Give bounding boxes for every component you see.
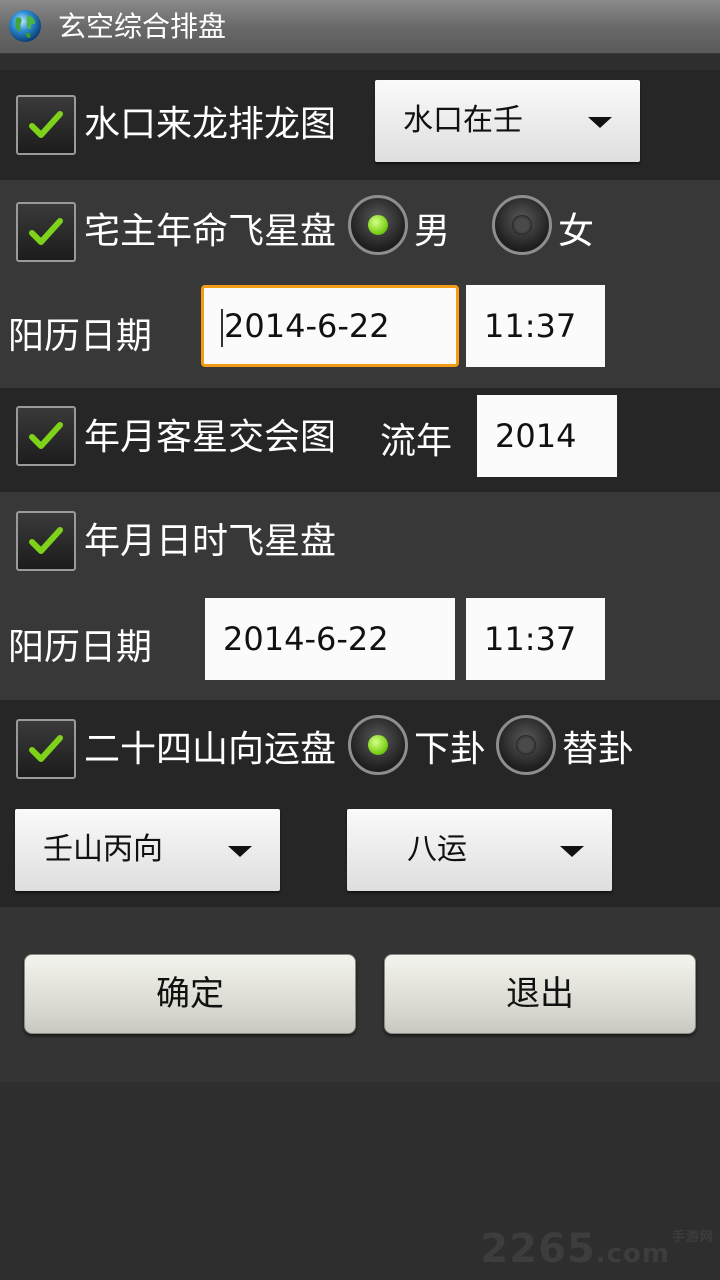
title-bar: 玄空综合排盘 bbox=[0, 0, 720, 54]
section-nianyueri: 年月日时飞星盘 阳历日期 2014-6-22 11:37 bbox=[0, 492, 720, 700]
shuikou-spinner-value: 水口在壬 bbox=[403, 103, 523, 138]
radio-dot bbox=[516, 735, 536, 755]
zhaizhu-date-label: 阳历日期 bbox=[8, 316, 153, 357]
app-title: 玄空综合排盘 bbox=[58, 10, 227, 43]
check-icon bbox=[29, 527, 63, 554]
watermark-logo: 2265.com手游网 bbox=[480, 1226, 714, 1272]
zhaizhu-label: 宅主年命飞星盘 bbox=[84, 211, 337, 252]
exit-button[interactable]: 退出 bbox=[384, 954, 696, 1034]
liunian-input[interactable]: 2014 bbox=[477, 395, 617, 477]
zhaizhu-checkbox[interactable] bbox=[16, 202, 76, 262]
watermark-small: 手游网 bbox=[671, 1230, 714, 1245]
xiagua-radio[interactable] bbox=[348, 715, 408, 775]
ershisi-checkbox[interactable] bbox=[16, 719, 76, 779]
button-bar: 确定 退出 bbox=[0, 907, 720, 1082]
nianyueri-time-input[interactable]: 11:37 bbox=[466, 598, 605, 680]
tigua-radio[interactable] bbox=[496, 715, 556, 775]
watermark-main: 2265 bbox=[480, 1226, 596, 1272]
nianyueri-date-input[interactable]: 2014-6-22 bbox=[205, 598, 455, 680]
liunian-value: 2014 bbox=[495, 417, 577, 455]
zhaizhu-time-value: 11:37 bbox=[484, 307, 577, 345]
nianyue-label: 年月客星交会图 bbox=[84, 417, 337, 458]
section-shuikou: 水口来龙排龙图 水口在壬 bbox=[0, 70, 720, 180]
nianyueri-date-label: 阳历日期 bbox=[8, 627, 153, 668]
nianyueri-checkbox[interactable] bbox=[16, 511, 76, 571]
check-icon bbox=[29, 422, 63, 449]
dropdown-arrow-icon bbox=[588, 117, 612, 128]
confirm-button[interactable]: 确定 bbox=[24, 954, 356, 1034]
zhaizhu-date-value: 2014-6-22 bbox=[224, 307, 390, 345]
dropdown-arrow-icon bbox=[560, 846, 584, 857]
gender-male-label: 男 bbox=[414, 211, 451, 252]
ershisi-label: 二十四山向运盘 bbox=[84, 729, 337, 770]
zhaizhu-time-input[interactable]: 11:37 bbox=[466, 285, 605, 367]
shan-spinner[interactable]: 壬山丙向 bbox=[15, 809, 280, 891]
nianyueri-label: 年月日时飞星盘 bbox=[84, 521, 337, 562]
check-icon bbox=[29, 218, 63, 245]
nianyueri-date-value: 2014-6-22 bbox=[223, 620, 389, 658]
nianyue-checkbox[interactable] bbox=[16, 406, 76, 466]
section-zhaizhu: 宅主年命飞星盘 男 女 阳历日期 2014-6-22 11:37 bbox=[0, 180, 720, 388]
radio-dot bbox=[512, 215, 532, 235]
gender-female-radio[interactable] bbox=[492, 195, 552, 255]
tigua-label: 替卦 bbox=[562, 729, 635, 770]
liunian-label: 流年 bbox=[380, 421, 453, 462]
globe-icon bbox=[9, 10, 41, 42]
check-icon bbox=[29, 735, 63, 762]
gender-male-radio[interactable] bbox=[348, 195, 408, 255]
yun-spinner-value: 八运 bbox=[407, 832, 467, 867]
dropdown-arrow-icon bbox=[228, 846, 252, 857]
watermark-suffix: .com bbox=[595, 1239, 670, 1269]
yun-spinner[interactable]: 八运 bbox=[347, 809, 612, 891]
nianyueri-time-value: 11:37 bbox=[484, 620, 577, 658]
shuikou-spinner[interactable]: 水口在壬 bbox=[375, 80, 640, 162]
radio-dot bbox=[368, 735, 388, 755]
section-nianyue: 年月客星交会图 流年 2014 bbox=[0, 388, 720, 492]
xiagua-label: 下卦 bbox=[414, 729, 487, 770]
section-ershisi: 二十四山向运盘 下卦 替卦 壬山丙向 八运 bbox=[0, 700, 720, 907]
shuikou-label: 水口来龙排龙图 bbox=[84, 104, 337, 145]
shuikou-checkbox[interactable] bbox=[16, 95, 76, 155]
text-cursor bbox=[221, 309, 223, 347]
zhaizhu-date-input[interactable]: 2014-6-22 bbox=[201, 285, 459, 367]
shan-spinner-value: 壬山丙向 bbox=[43, 832, 163, 867]
gender-female-label: 女 bbox=[558, 211, 595, 252]
radio-dot bbox=[368, 215, 388, 235]
check-icon bbox=[29, 111, 63, 138]
